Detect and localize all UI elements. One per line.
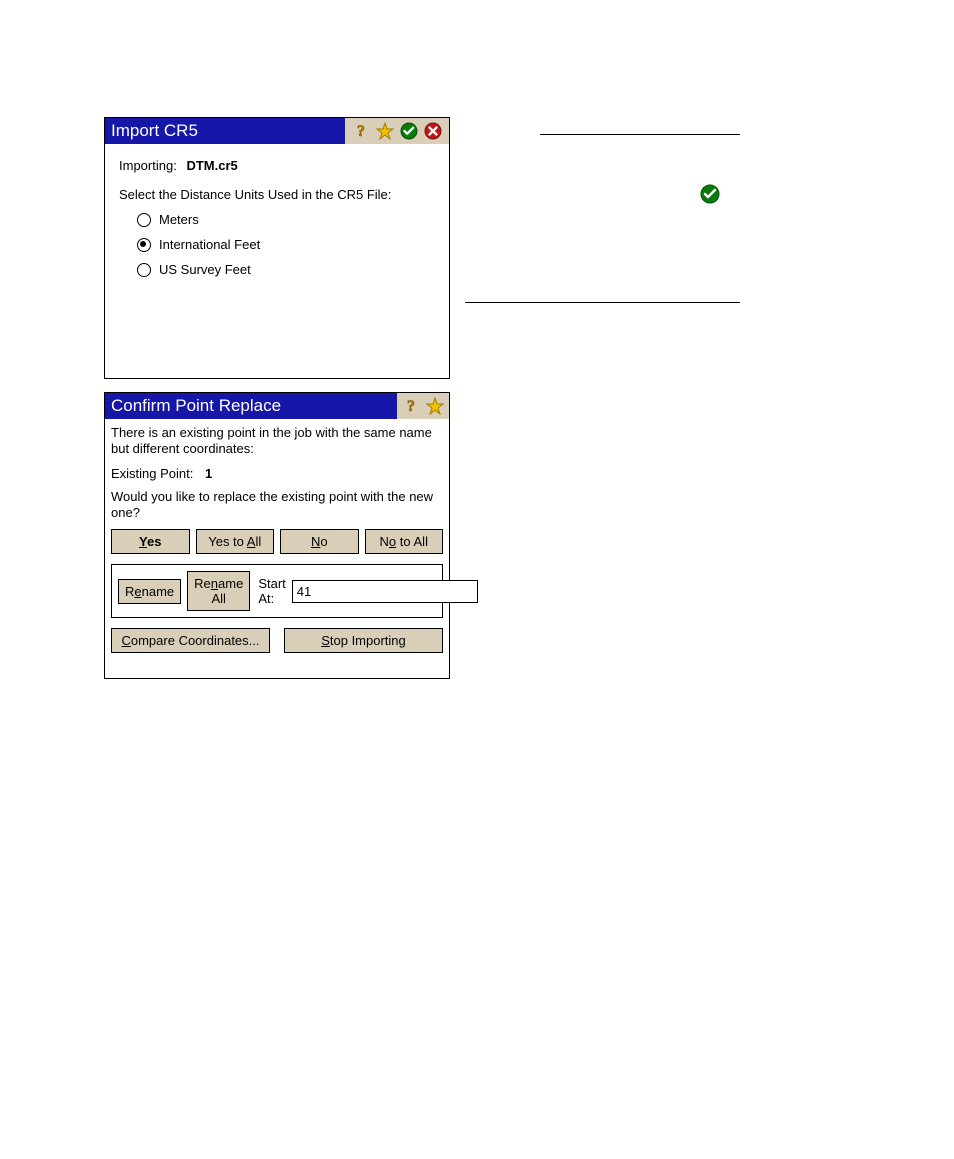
importing-filename: DTM.cr5 xyxy=(186,158,237,173)
radio-us-feet[interactable] xyxy=(137,263,151,277)
radio-intl-feet-label: International Feet xyxy=(159,237,260,252)
import-body: Importing: DTM.cr5 Select the Distance U… xyxy=(105,144,449,293)
existing-point-label: Existing Point: xyxy=(111,466,193,481)
confirm-titlebar-icons: ? xyxy=(397,393,449,419)
confirm-message-2: Would you like to replace the existing p… xyxy=(111,489,443,522)
yes-to-all-button[interactable]: Yes to All xyxy=(196,529,275,554)
radio-meters[interactable] xyxy=(137,213,151,227)
inline-ok-icon xyxy=(700,184,720,207)
top-rule xyxy=(540,134,740,135)
bottom-buttons-row: Compare Coordinates... Stop Importing xyxy=(111,628,443,653)
units-radio-group: Meters International Feet US Survey Feet xyxy=(137,212,439,277)
confirm-message-1: There is an existing point in the job wi… xyxy=(111,425,443,458)
compare-coordinates-button[interactable]: Compare Coordinates... xyxy=(111,628,270,653)
ok-icon[interactable] xyxy=(399,121,419,141)
radio-meters-row[interactable]: Meters xyxy=(137,212,439,227)
no-button[interactable]: No xyxy=(280,529,359,554)
rename-group: Rename Rename All Start At: xyxy=(111,564,443,618)
existing-point-value: 1 xyxy=(205,466,212,481)
svg-text:?: ? xyxy=(357,123,365,140)
favorite-icon[interactable] xyxy=(375,121,395,141)
confirm-title: Confirm Point Replace xyxy=(111,396,397,416)
units-prompt: Select the Distance Units Used in the CR… xyxy=(119,187,439,202)
rename-button[interactable]: Rename xyxy=(118,579,181,604)
radio-intl-feet-row[interactable]: International Feet xyxy=(137,237,439,252)
import-title: Import CR5 xyxy=(111,121,345,141)
start-at-label: Start At: xyxy=(258,576,285,606)
yes-button[interactable]: Yes xyxy=(111,529,190,554)
confirm-titlebar: Confirm Point Replace ? xyxy=(105,393,449,419)
bottom-rule xyxy=(465,302,740,303)
stop-importing-button[interactable]: Stop Importing xyxy=(284,628,443,653)
confirm-body: There is an existing point in the job wi… xyxy=(105,419,449,659)
replace-buttons-row: Yes Yes to All No No to All xyxy=(111,529,443,554)
no-to-all-button[interactable]: No to All xyxy=(365,529,444,554)
radio-us-feet-label: US Survey Feet xyxy=(159,262,251,277)
import-titlebar-icons: ? xyxy=(345,118,449,144)
svg-text:?: ? xyxy=(407,398,415,415)
help-icon[interactable]: ? xyxy=(401,396,421,416)
importing-label: Importing: xyxy=(119,158,177,173)
import-titlebar: Import CR5 ? xyxy=(105,118,449,144)
existing-point-row: Existing Point: 1 xyxy=(111,466,443,481)
close-icon[interactable] xyxy=(423,121,443,141)
import-cr5-dialog: Import CR5 ? xyxy=(104,117,450,379)
importing-row: Importing: DTM.cr5 xyxy=(119,158,439,173)
favorite-icon[interactable] xyxy=(425,396,445,416)
start-at-input[interactable] xyxy=(292,580,478,603)
radio-meters-label: Meters xyxy=(159,212,199,227)
radio-us-feet-row[interactable]: US Survey Feet xyxy=(137,262,439,277)
rename-all-button[interactable]: Rename All xyxy=(187,571,250,611)
help-icon[interactable]: ? xyxy=(351,121,371,141)
confirm-point-replace-dialog: Confirm Point Replace ? There is an exis… xyxy=(104,392,450,679)
radio-intl-feet[interactable] xyxy=(137,238,151,252)
